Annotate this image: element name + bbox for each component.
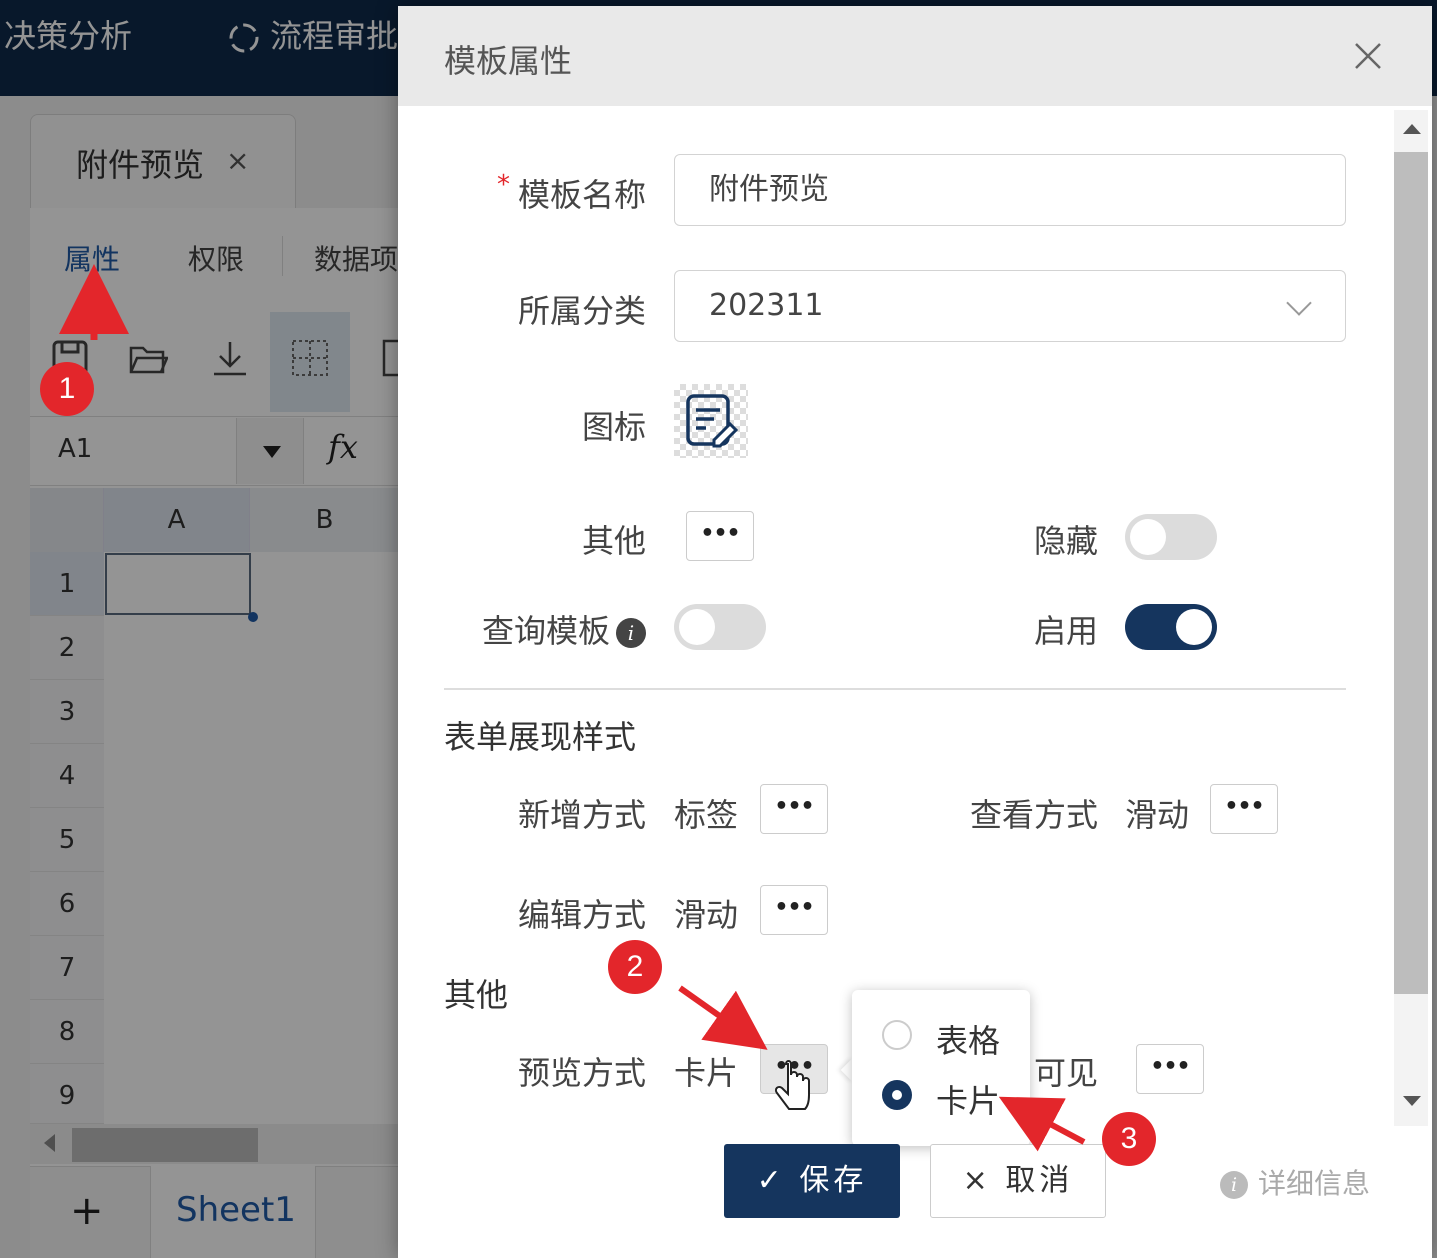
enabled-toggle[interactable] (1125, 604, 1217, 650)
query-template-label: 查询模板 i (482, 606, 646, 652)
radio-table-label[interactable]: 表格 (936, 1016, 1000, 1062)
view-mode-label: 查看方式 (969, 796, 1098, 834)
other-more-button[interactable]: ••• (686, 511, 754, 561)
scroll-down-icon[interactable] (1403, 1096, 1421, 1106)
annotation-badge-3: 3 (1102, 1112, 1156, 1166)
view-mode-more-button[interactable]: ••• (1210, 784, 1278, 834)
radio-card[interactable] (882, 1080, 912, 1110)
template-name-label-text: 模板名称 (517, 176, 646, 214)
category-value: 202311 (709, 288, 824, 323)
info-icon: i (1220, 1171, 1248, 1199)
query-template-toggle[interactable] (674, 604, 766, 650)
add-mode-value: 标签 (674, 796, 739, 834)
category-select[interactable]: 202311 (674, 270, 1346, 342)
enabled-label: 启用 (1033, 612, 1098, 650)
section-divider (444, 688, 1346, 690)
display-style-heading: 表单展现样式 (444, 718, 637, 756)
add-mode-more-button[interactable]: ••• (760, 784, 828, 834)
vertical-scroll-thumb[interactable] (1394, 152, 1428, 994)
edit-mode-label: 编辑方式 (517, 896, 646, 934)
edit-mode-value: 滑动 (674, 896, 739, 934)
detail-info-label: 详细信息 (1258, 1167, 1371, 1200)
cancel-button[interactable]: × 取消 (930, 1144, 1106, 1218)
hidden-toggle[interactable] (1125, 514, 1217, 560)
annotation-badge-2: 2 (608, 940, 662, 994)
icon-label: 图标 (581, 408, 646, 446)
edit-document-icon (686, 394, 739, 448)
template-name-input[interactable]: 附件预览 (674, 154, 1346, 226)
preview-mode-label: 预览方式 (517, 1054, 646, 1092)
edit-mode-more-button[interactable]: ••• (760, 885, 828, 935)
preview-mode-popover: 表格 卡片 (852, 990, 1030, 1146)
annotation-badge-1: 1 (40, 362, 94, 416)
template-name-label: * 模板名称 (497, 170, 646, 216)
icon-picker[interactable] (674, 384, 748, 458)
category-label: 所属分类 (517, 292, 646, 330)
radio-card-label[interactable]: 卡片 (936, 1076, 1000, 1122)
other-label: 其他 (581, 522, 646, 560)
required-mark: * (496, 170, 510, 200)
visible-more-button[interactable]: ••• (1136, 1044, 1204, 1094)
radio-table[interactable] (882, 1020, 912, 1050)
close-icon[interactable] (1350, 38, 1386, 74)
detail-info-link[interactable]: i 详细信息 (1220, 1162, 1370, 1202)
preview-mode-more-button[interactable]: ••• (760, 1044, 828, 1094)
info-icon[interactable]: i (616, 618, 646, 648)
add-mode-label: 新增方式 (517, 796, 646, 834)
scroll-up-icon[interactable] (1403, 124, 1421, 134)
visible-label: 可见 (1034, 1054, 1099, 1092)
view-mode-value: 滑动 (1125, 796, 1190, 834)
hidden-label: 隐藏 (1033, 522, 1098, 560)
template-properties-dialog: 模板属性 * 模板名称 附件预览 所属分类 202311 图标 其他 ••• 隐藏… (398, 6, 1432, 1258)
save-button[interactable]: ✓ 保存 (724, 1144, 900, 1218)
other-heading: 其他 (444, 976, 509, 1014)
preview-mode-value: 卡片 (674, 1054, 739, 1092)
query-template-label-text: 查询模板 (481, 612, 610, 650)
dialog-title: 模板属性 (444, 42, 573, 80)
